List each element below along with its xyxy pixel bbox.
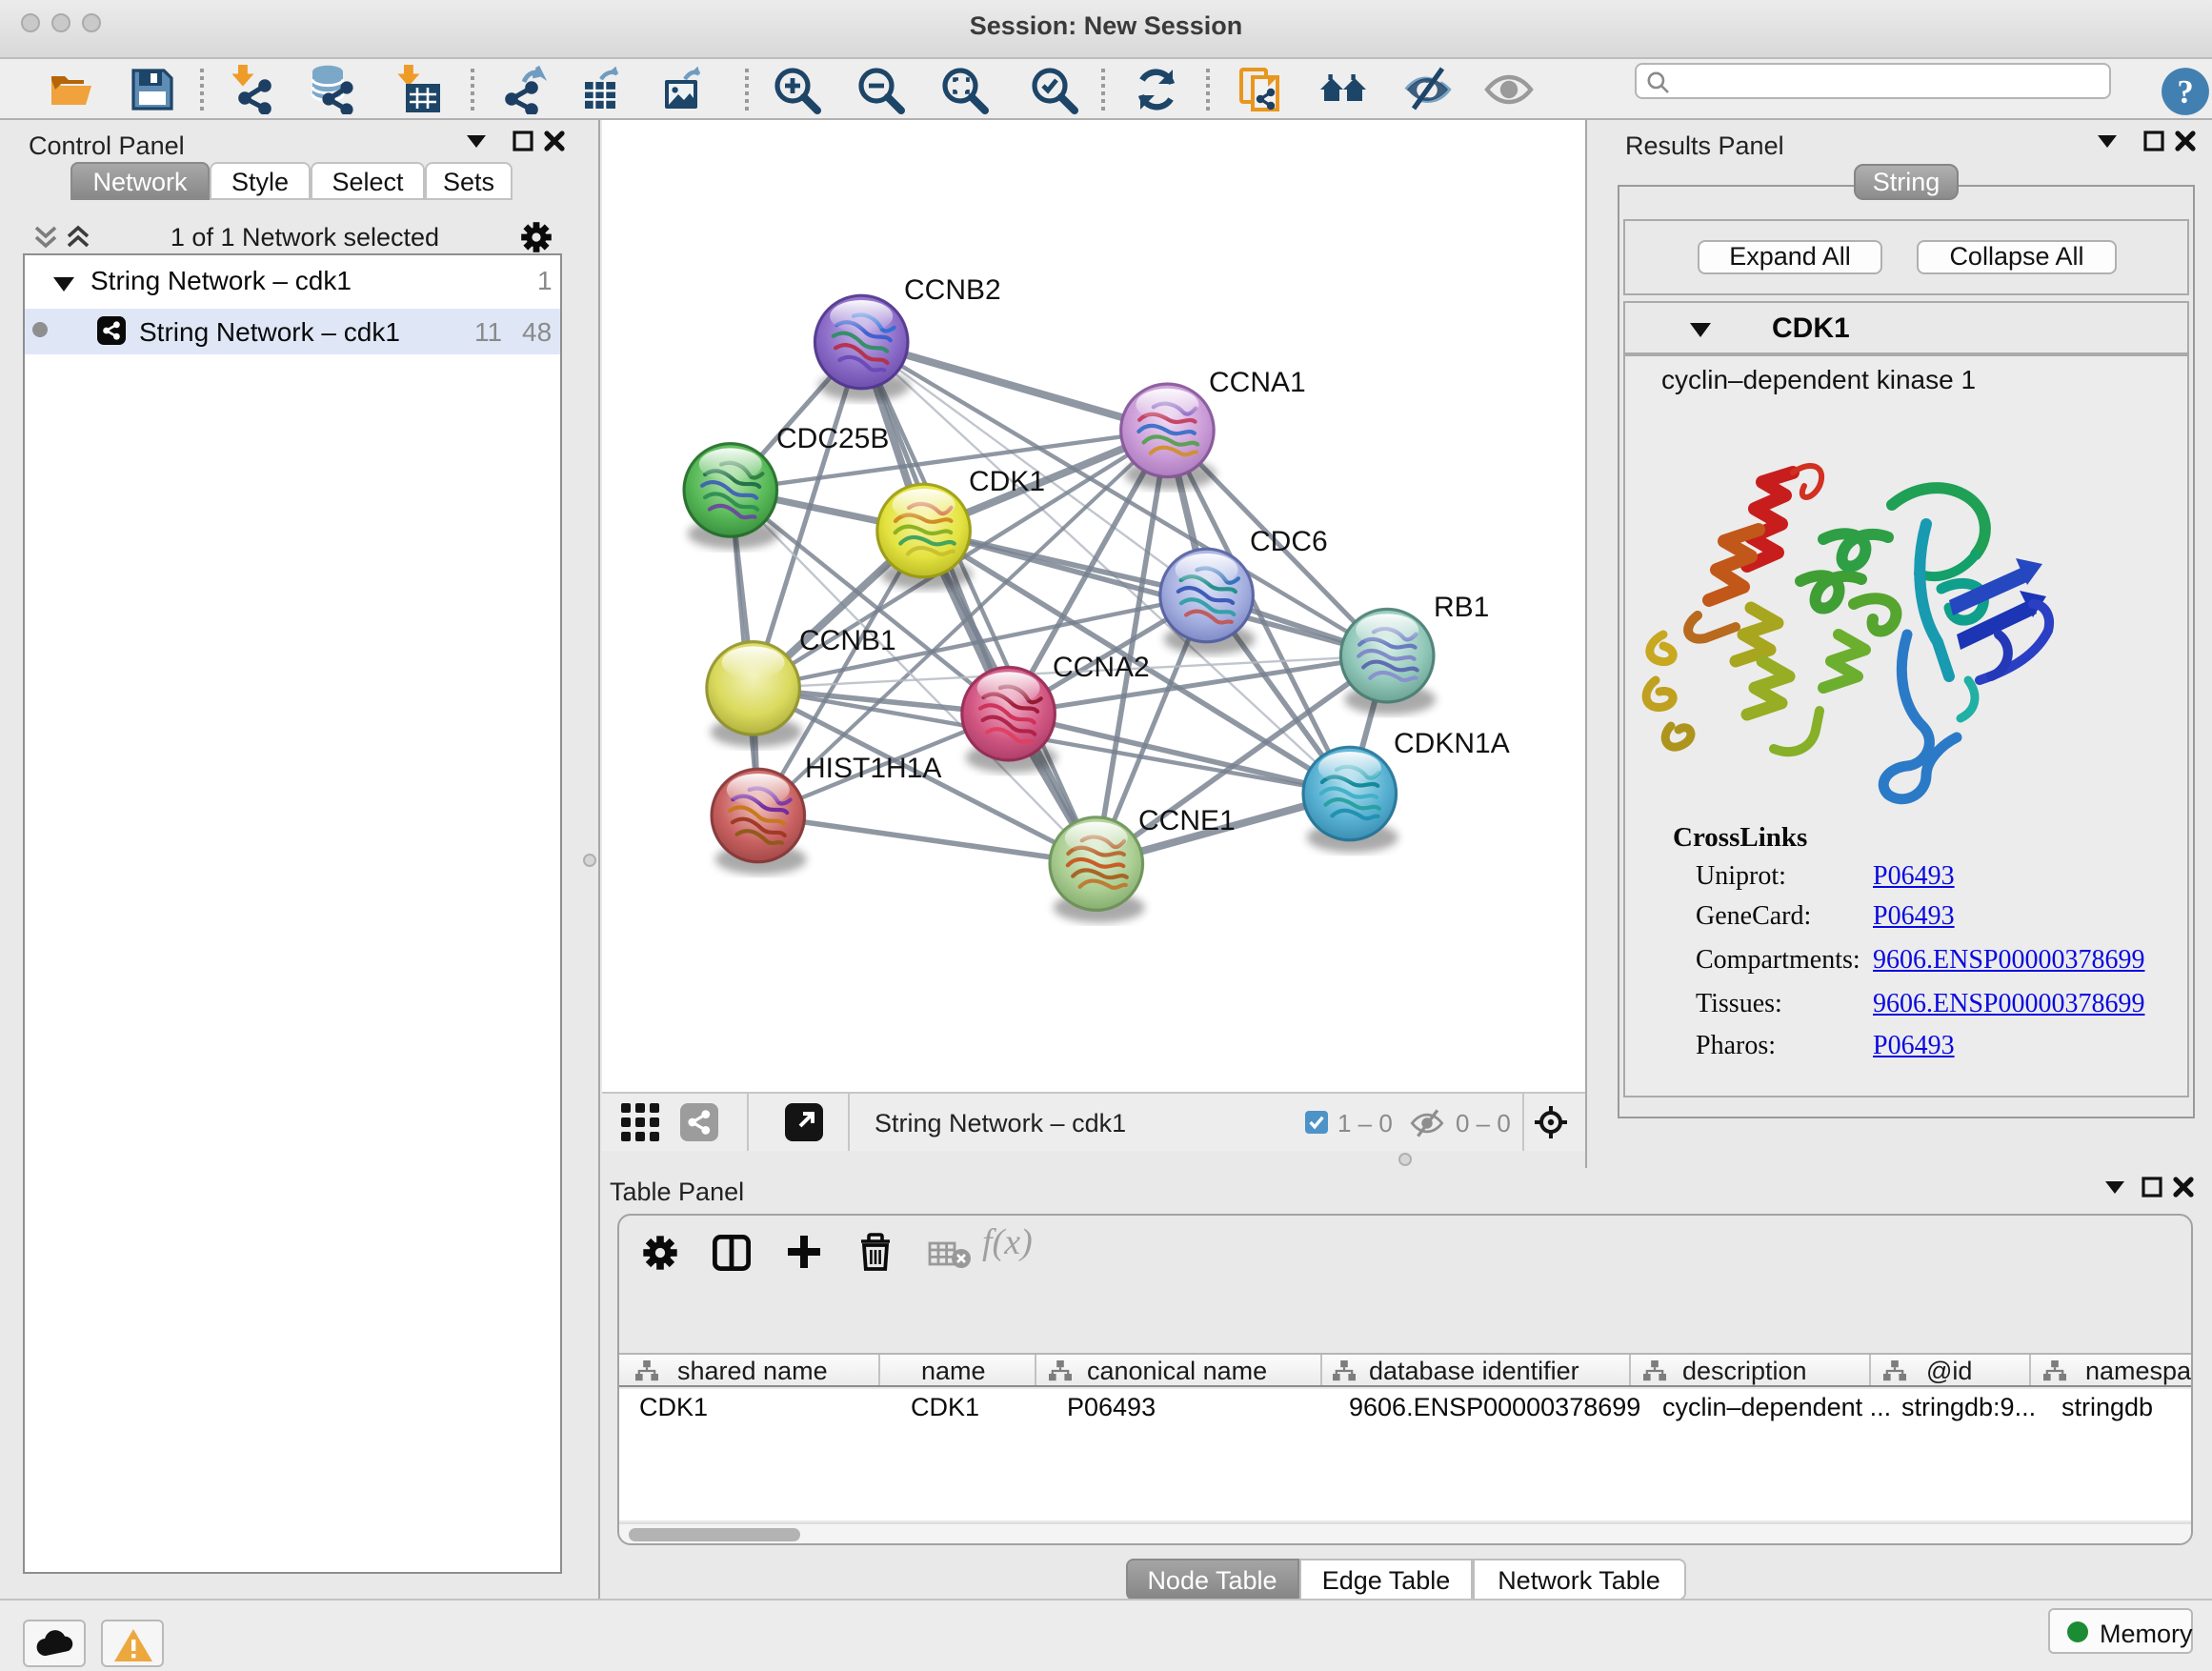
svg-text:CCNA2: CCNA2 [1052, 651, 1149, 682]
svg-text:RB1: RB1 [1433, 591, 1488, 622]
svg-text:CDKN1A: CDKN1A [1393, 727, 1509, 758]
svg-text:CCNA1: CCNA1 [1208, 366, 1305, 397]
svg-text:CDK1: CDK1 [968, 465, 1044, 496]
svg-text:?: ? [2177, 74, 2193, 111]
svg-text:CCNB1: CCNB1 [798, 624, 895, 655]
svg-text:CDC6: CDC6 [1249, 525, 1327, 556]
svg-text:HIST1H1A: HIST1H1A [804, 752, 940, 783]
svg-text:CCNE1: CCNE1 [1137, 804, 1235, 836]
svg-text:CDC25B: CDC25B [775, 422, 888, 453]
svg-text:CCNB2: CCNB2 [903, 273, 1000, 305]
